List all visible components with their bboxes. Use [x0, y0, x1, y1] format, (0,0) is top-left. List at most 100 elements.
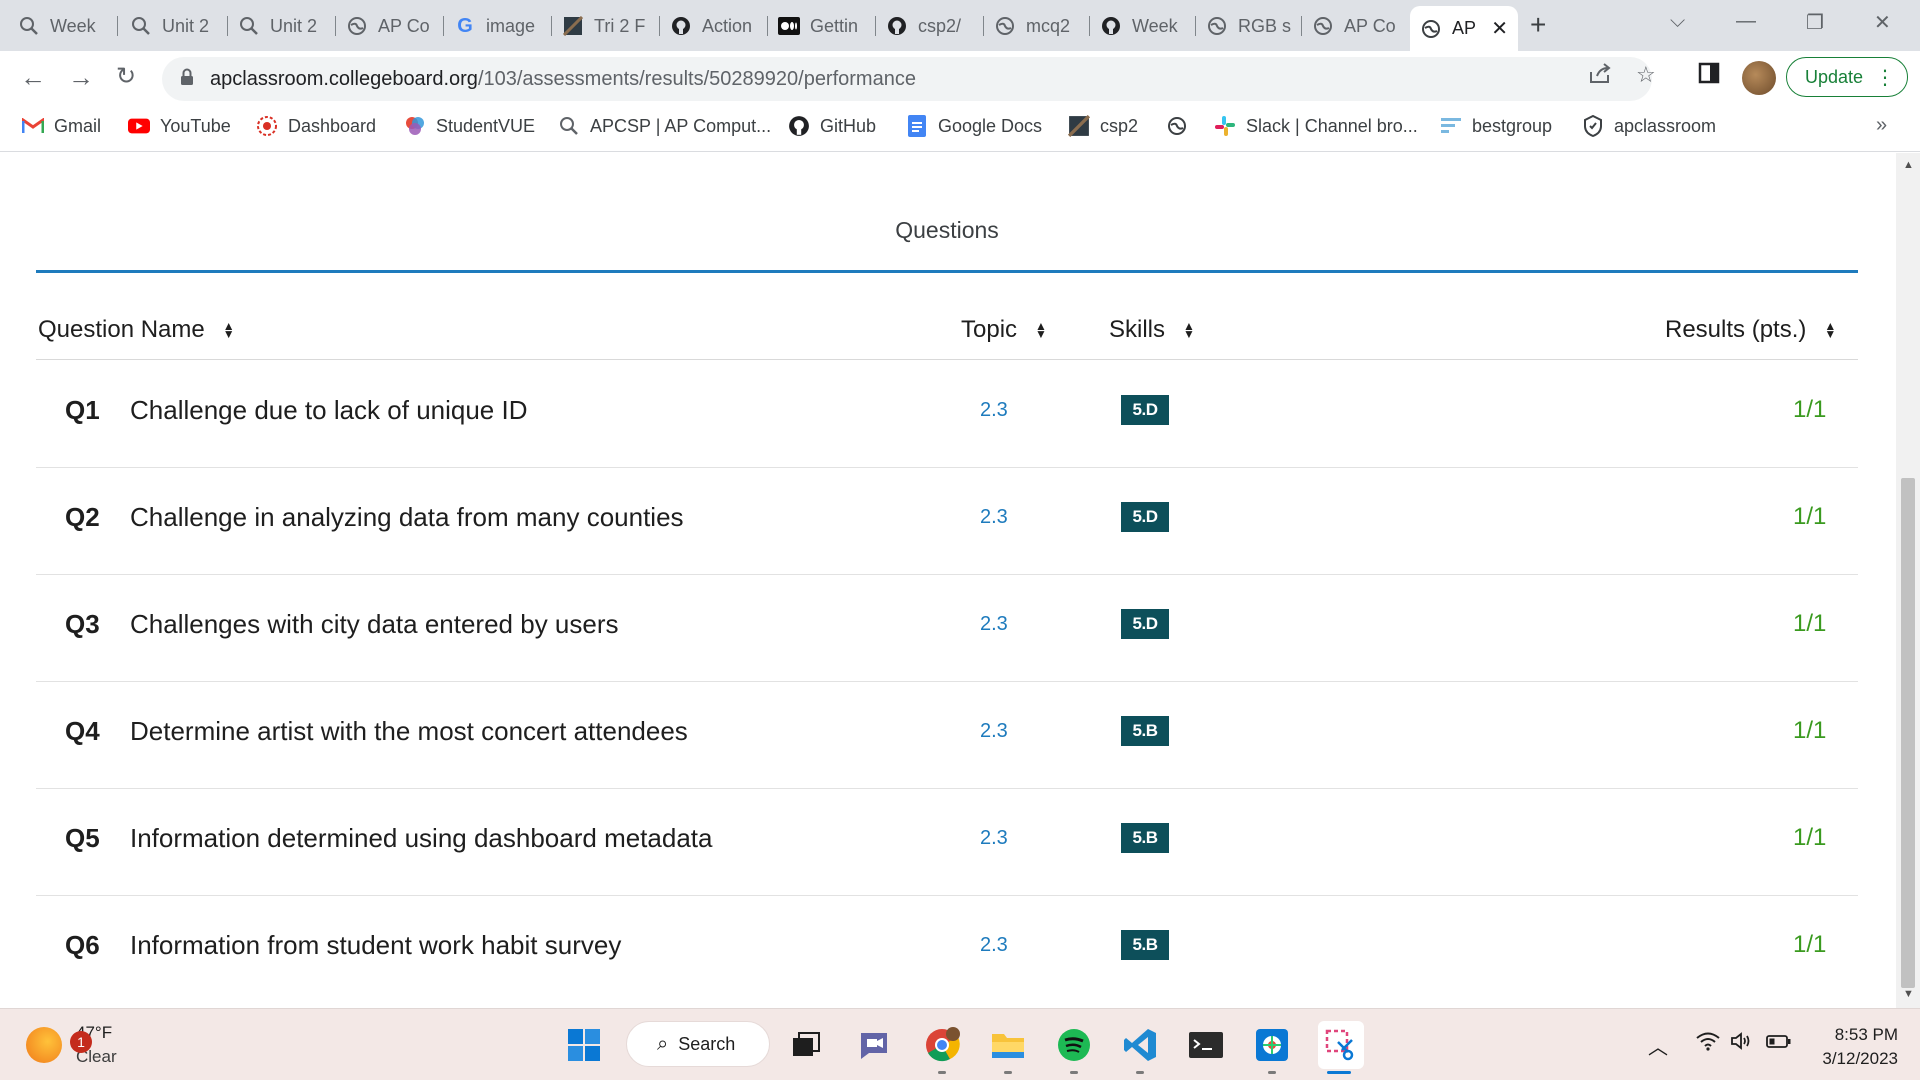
question-name[interactable]: Determine artist with the most concert a… [130, 716, 688, 747]
update-button[interactable]: Update ⋮ [1786, 57, 1908, 97]
column-question-name[interactable]: Question Name ▲ ▼ [38, 316, 235, 344]
tab-week[interactable]: Week [8, 6, 118, 46]
slack-icon [1214, 115, 1236, 137]
table-row[interactable]: Q3 Challenges with city data entered by … [36, 575, 1858, 682]
bookmark-dashboard[interactable]: Dashboard [256, 115, 376, 137]
bookmark-csp2[interactable]: csp2 [1068, 115, 1138, 137]
tab-unit2[interactable]: Unit 2 [120, 6, 228, 46]
tab-csp2[interactable]: csp2/ [876, 6, 984, 46]
tab-image[interactable]: G image [444, 6, 552, 46]
minimize-icon[interactable]: — [1736, 10, 1756, 33]
column-results[interactable]: Results (pts.) ▲ ▼ [1665, 316, 1836, 344]
bookmark-google-docs[interactable]: Google Docs [906, 115, 1042, 137]
reload-icon[interactable]: ↻ [116, 63, 136, 91]
sort-icon[interactable]: ▲ ▼ [223, 320, 235, 340]
teams-chat-icon[interactable] [854, 1025, 894, 1065]
windows-start-icon[interactable] [564, 1025, 604, 1065]
topic-link[interactable]: 2.3 [980, 720, 1008, 743]
table-row[interactable]: Q4 Determine artist with the most concer… [36, 682, 1858, 789]
bookmarks-overflow-button[interactable]: » [1876, 114, 1887, 137]
tab-getting[interactable]: Gettin [768, 6, 876, 46]
table-row[interactable]: Q5 Information determined using dashboar… [36, 789, 1858, 896]
share-icon[interactable] [1588, 62, 1612, 90]
tab-week-gh[interactable]: Week [1090, 6, 1196, 46]
bookmark-star-icon[interactable]: ☆ [1636, 62, 1656, 88]
column-skills[interactable]: Skills ▲ ▼ [1109, 316, 1195, 344]
tab-unit2-b[interactable]: Unit 2 [228, 6, 336, 46]
tab-label: AP Co [378, 15, 430, 36]
sort-icon[interactable]: ▲ ▼ [1035, 320, 1047, 340]
bookmark-bestgroup[interactable]: bestgroup [1440, 115, 1552, 137]
table-row[interactable]: Q2 Challenge in analyzing data from many… [36, 468, 1858, 575]
skill-badge: 5.D [1121, 395, 1169, 425]
sort-icon[interactable]: ▲ ▼ [1183, 320, 1195, 340]
tab-ap-co[interactable]: AP Co [336, 6, 444, 46]
app-settings-icon[interactable] [1252, 1025, 1292, 1065]
bookmark-gmail[interactable]: Gmail [22, 115, 101, 137]
address-bar[interactable]: apclassroom.collegeboard.org/103/assessm… [162, 57, 1652, 101]
sort-icon[interactable]: ▲ ▼ [1824, 320, 1836, 340]
globe-icon [1166, 115, 1188, 137]
topic-link[interactable]: 2.3 [980, 934, 1008, 957]
question-name[interactable]: Challenges with city data entered by use… [130, 609, 619, 640]
vscode-icon[interactable] [1120, 1025, 1160, 1065]
question-name[interactable]: Information determined using dashboard m… [130, 823, 712, 854]
forward-icon[interactable]: → [68, 63, 94, 91]
tab-active[interactable]: AP ✕ [1410, 6, 1518, 51]
quill-icon [238, 15, 260, 37]
bookmark-youtube[interactable]: YouTube [128, 115, 231, 137]
more-menu-icon[interactable]: ⋮ [1875, 65, 1895, 90]
spotify-icon[interactable] [1054, 1025, 1094, 1065]
topic-link[interactable]: 2.3 [980, 827, 1008, 850]
chrome-icon[interactable] [922, 1025, 962, 1065]
system-clock[interactable]: 8:53 PM 3/12/2023 [1808, 1023, 1898, 1071]
terminal-icon[interactable] [1186, 1025, 1226, 1065]
bookmark-slack[interactable]: Slack | Channel bro... [1214, 115, 1418, 137]
question-name[interactable]: Challenge in analyzing data from many co… [130, 502, 684, 533]
column-topic[interactable]: Topic ▲ ▼ [961, 316, 1047, 344]
battery-icon[interactable] [1766, 1031, 1792, 1057]
volume-icon[interactable] [1730, 1031, 1754, 1057]
show-hidden-icons-chevron-icon[interactable]: ︿ [1648, 1031, 1668, 1060]
bookmark-studentvue[interactable]: StudentVUE [404, 115, 535, 137]
tab-ap-co-b[interactable]: AP Co [1302, 6, 1408, 46]
tab-tri2[interactable]: Tri 2 F [552, 6, 660, 46]
taskbar-search[interactable]: ⌕ Search [626, 1021, 770, 1067]
scrollbar-thumb[interactable] [1901, 478, 1915, 988]
back-icon[interactable]: ← [20, 63, 46, 91]
bookmark-github[interactable]: GitHub [788, 115, 876, 137]
side-panel-icon[interactable] [1698, 62, 1720, 90]
new-tab-button[interactable]: + [1530, 11, 1546, 39]
tab-label: Unit 2 [162, 15, 210, 36]
tab-search-chevron-icon[interactable]: ⌵ [1670, 10, 1685, 33]
tab-questions[interactable]: Questions [36, 153, 1858, 273]
bookmark-apcsp[interactable]: APCSP | AP Comput... [558, 115, 771, 137]
profile-avatar[interactable] [1742, 61, 1776, 95]
bookmark-globe[interactable] [1166, 115, 1198, 137]
dashboard-icon [256, 115, 278, 137]
table-row[interactable]: Q6 Information from student work habit s… [36, 896, 1858, 1003]
table-row[interactable]: Q1 Challenge due to lack of unique ID 2.… [36, 361, 1858, 468]
youtube-icon [128, 115, 150, 137]
restore-icon[interactable]: ❐ [1806, 10, 1824, 35]
close-window-icon[interactable]: ✕ [1874, 10, 1891, 35]
close-tab-icon[interactable]: ✕ [1491, 16, 1508, 41]
page-scrollbar[interactable]: ▲ ▼ [1896, 153, 1920, 1008]
question-name[interactable]: Information from student work habit surv… [130, 930, 621, 961]
tab-rgb[interactable]: RGB s [1196, 6, 1302, 46]
topic-link[interactable]: 2.3 [980, 506, 1008, 529]
question-name[interactable]: Challenge due to lack of unique ID [130, 395, 528, 426]
task-view-icon[interactable] [786, 1025, 826, 1065]
file-explorer-icon[interactable] [988, 1025, 1028, 1065]
tab-action[interactable]: Action [660, 6, 768, 46]
tab-label: AP Co [1344, 15, 1396, 36]
tab-mcq2[interactable]: mcq2 [984, 6, 1090, 46]
wifi-icon[interactable] [1696, 1031, 1720, 1057]
bookmark-apclassroom[interactable]: apclassroom [1582, 115, 1716, 137]
topic-link[interactable]: 2.3 [980, 399, 1008, 422]
scroll-up-arrow-icon[interactable]: ▲ [1903, 159, 1914, 171]
weather-widget[interactable]: 1 47°F Clear [26, 1021, 117, 1069]
snipping-tool-icon[interactable] [1318, 1021, 1364, 1069]
scroll-down-arrow-icon[interactable]: ▼ [1903, 988, 1914, 1000]
topic-link[interactable]: 2.3 [980, 613, 1008, 636]
